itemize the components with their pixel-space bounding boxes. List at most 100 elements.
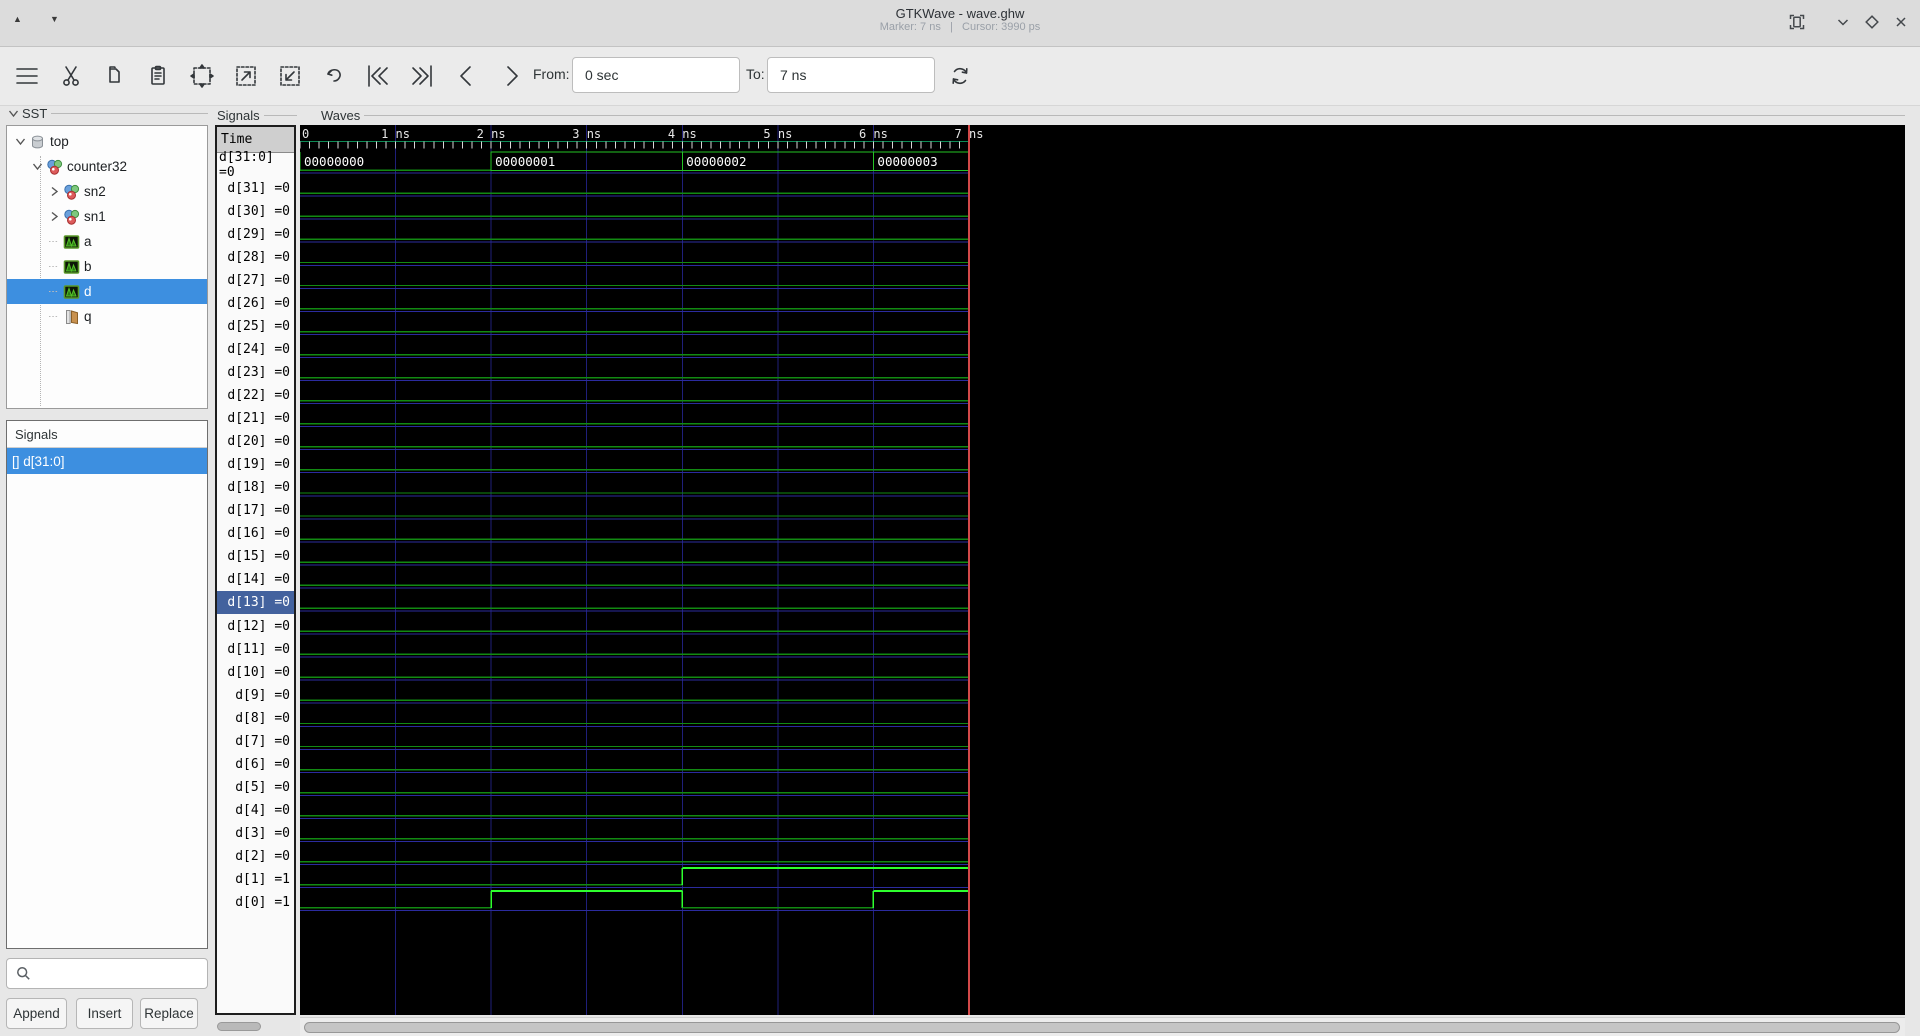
bus-value-text: 00000003 bbox=[877, 154, 937, 169]
frame-divider bbox=[51, 112, 208, 114]
signal-row[interactable]: d[12] =0 bbox=[217, 615, 294, 638]
sst-tree-item-q[interactable]: q bbox=[7, 304, 207, 329]
signal-row[interactable]: d[7] =0 bbox=[217, 730, 294, 753]
signal-search[interactable] bbox=[6, 958, 208, 989]
signal-row[interactable]: d[0] =1 bbox=[217, 891, 294, 914]
signal-row[interactable]: d[27] =0 bbox=[217, 269, 294, 292]
signal-row[interactable]: d[23] =0 bbox=[217, 361, 294, 384]
signal-row[interactable]: d[29] =0 bbox=[217, 223, 294, 246]
sst-tree-item-top[interactable]: top bbox=[7, 129, 207, 154]
to-end-icon[interactable] bbox=[402, 56, 442, 96]
sst-expander-icon[interactable] bbox=[6, 106, 20, 120]
sst-tree-item-sn2[interactable]: sn2 bbox=[7, 179, 207, 204]
expander-open-icon[interactable] bbox=[13, 135, 27, 149]
tree-item-label: a bbox=[84, 234, 92, 249]
signal-row[interactable]: d[19] =0 bbox=[217, 453, 294, 476]
signals-column-scrollbar[interactable] bbox=[217, 1022, 261, 1031]
signal-row[interactable]: d[5] =0 bbox=[217, 776, 294, 799]
append-button[interactable]: Append bbox=[6, 998, 67, 1029]
waveform-svg: 01 ns 2 ns 3 ns 4 ns 5 ns 6 ns 7 ns00000000 000… bbox=[299, 125, 983, 1015]
sst-tree-item-b[interactable]: b bbox=[7, 254, 207, 279]
wave-scrollbar[interactable] bbox=[304, 1022, 1900, 1033]
signal-row[interactable]: d[28] =0 bbox=[217, 246, 294, 269]
close-icon[interactable] bbox=[1889, 10, 1913, 34]
signal-row[interactable]: d[30] =0 bbox=[217, 200, 294, 223]
sst-tree-item-counter32[interactable]: counter32 bbox=[7, 154, 207, 179]
signal-row[interactable]: d[31] =0 bbox=[217, 177, 294, 200]
status-line: Marker: 7 ns | Cursor: 3990 ps bbox=[0, 21, 1920, 33]
paste-icon[interactable] bbox=[138, 56, 178, 96]
signal-row[interactable]: d[18] =0 bbox=[217, 476, 294, 499]
signals-column: Time d[31:0] =0 d[31] =0 d[30] =0 d[29] =0 d… bbox=[215, 125, 296, 1015]
signal-row[interactable]: d[25] =0 bbox=[217, 315, 294, 338]
to-start-icon[interactable] bbox=[358, 56, 398, 96]
copy-icon[interactable] bbox=[94, 56, 134, 96]
signal-row[interactable]: d[13] =0 bbox=[217, 591, 294, 615]
sst-tree-item-d[interactable]: d bbox=[7, 279, 207, 304]
undo-icon[interactable] bbox=[314, 56, 354, 96]
signal-row[interactable]: d[21] =0 bbox=[217, 407, 294, 430]
prev-edge-icon[interactable] bbox=[446, 56, 486, 96]
to-input[interactable] bbox=[767, 57, 935, 93]
tree-item-label: top bbox=[50, 134, 69, 149]
window-title: GTKWave - wave.ghw bbox=[895, 6, 1025, 21]
tree-guide-stub bbox=[47, 235, 61, 249]
signal-row[interactable]: d[2] =0 bbox=[217, 845, 294, 868]
cut-icon[interactable] bbox=[51, 56, 91, 96]
signal-row[interactable]: d[31:0] =0 bbox=[217, 150, 294, 180]
signal-row[interactable]: d[15] =0 bbox=[217, 545, 294, 568]
tree-item-label: q bbox=[84, 309, 92, 324]
signal-row[interactable]: d[8] =0 bbox=[217, 707, 294, 730]
signal-row[interactable]: d[9] =0 bbox=[217, 684, 294, 707]
timeline-tick-label: 1 ns bbox=[381, 127, 410, 141]
signal-row[interactable]: d[20] =0 bbox=[217, 430, 294, 453]
signal-row[interactable]: d[14] =0 bbox=[217, 568, 294, 591]
toolbar: From: To: bbox=[0, 47, 1920, 106]
tree-guide-stub bbox=[47, 310, 61, 324]
expander-closed-icon[interactable] bbox=[47, 185, 61, 199]
timeline-tick-label: 3 ns bbox=[572, 127, 601, 141]
tree-item-label: sn1 bbox=[84, 209, 106, 224]
signal-icon bbox=[63, 284, 80, 300]
signal-row[interactable]: d[6] =0 bbox=[217, 753, 294, 776]
timeline-tick-label: 4 ns bbox=[668, 127, 697, 141]
zoom-in-icon[interactable] bbox=[226, 56, 266, 96]
sst-frame-header: SST bbox=[6, 104, 208, 122]
frame-divider bbox=[263, 114, 297, 116]
sst-tree-item-a[interactable]: a bbox=[7, 229, 207, 254]
signal-row[interactable]: d[3] =0 bbox=[217, 822, 294, 845]
signal-row[interactable]: d[11] =0 bbox=[217, 638, 294, 661]
reload-icon[interactable] bbox=[940, 56, 980, 96]
expander-open-icon[interactable] bbox=[30, 160, 44, 174]
signal-row[interactable]: d[24] =0 bbox=[217, 338, 294, 361]
signal-row[interactable]: d[22] =0 bbox=[217, 384, 294, 407]
next-edge-icon[interactable] bbox=[492, 56, 532, 96]
zoom-out-icon[interactable] bbox=[270, 56, 310, 96]
signal-row[interactable]: d[26] =0 bbox=[217, 292, 294, 315]
module-icon bbox=[63, 184, 80, 200]
cursor-status: Cursor: 3990 ps bbox=[962, 21, 1041, 33]
scope-top-icon bbox=[29, 134, 46, 150]
replace-button[interactable]: Replace bbox=[140, 998, 198, 1029]
insert-button[interactable]: Insert bbox=[76, 998, 133, 1029]
timeline-tick-label: 6 ns bbox=[859, 127, 888, 141]
signal-row[interactable]: d[10] =0 bbox=[217, 661, 294, 684]
signal-row[interactable]: d[4] =0 bbox=[217, 799, 294, 822]
signal-row[interactable]: d[1] =1 bbox=[217, 868, 294, 891]
sst-tree-item-sn1[interactable]: sn1 bbox=[7, 204, 207, 229]
from-input[interactable] bbox=[572, 57, 740, 93]
tree-guide-stub bbox=[47, 260, 61, 274]
to-label: To: bbox=[746, 66, 765, 82]
expander-closed-icon[interactable] bbox=[47, 210, 61, 224]
zoom-fit-icon[interactable] bbox=[182, 56, 222, 96]
menu-icon[interactable] bbox=[7, 56, 47, 96]
signals-column-frame-header: Signals bbox=[217, 106, 297, 124]
signals-list-item[interactable]: [] d[31:0] bbox=[7, 448, 207, 474]
fullscreen-icon[interactable] bbox=[1785, 10, 1809, 34]
signal-icon bbox=[63, 234, 80, 250]
signal-row[interactable]: d[16] =0 bbox=[217, 522, 294, 545]
minimize-icon[interactable] bbox=[1831, 10, 1855, 34]
maximize-icon[interactable] bbox=[1860, 10, 1884, 34]
signal-row[interactable]: d[17] =0 bbox=[217, 499, 294, 522]
wave-canvas[interactable]: 01 ns 2 ns 3 ns 4 ns 5 ns 6 ns 7 ns 00000000 000… bbox=[299, 125, 1905, 1015]
